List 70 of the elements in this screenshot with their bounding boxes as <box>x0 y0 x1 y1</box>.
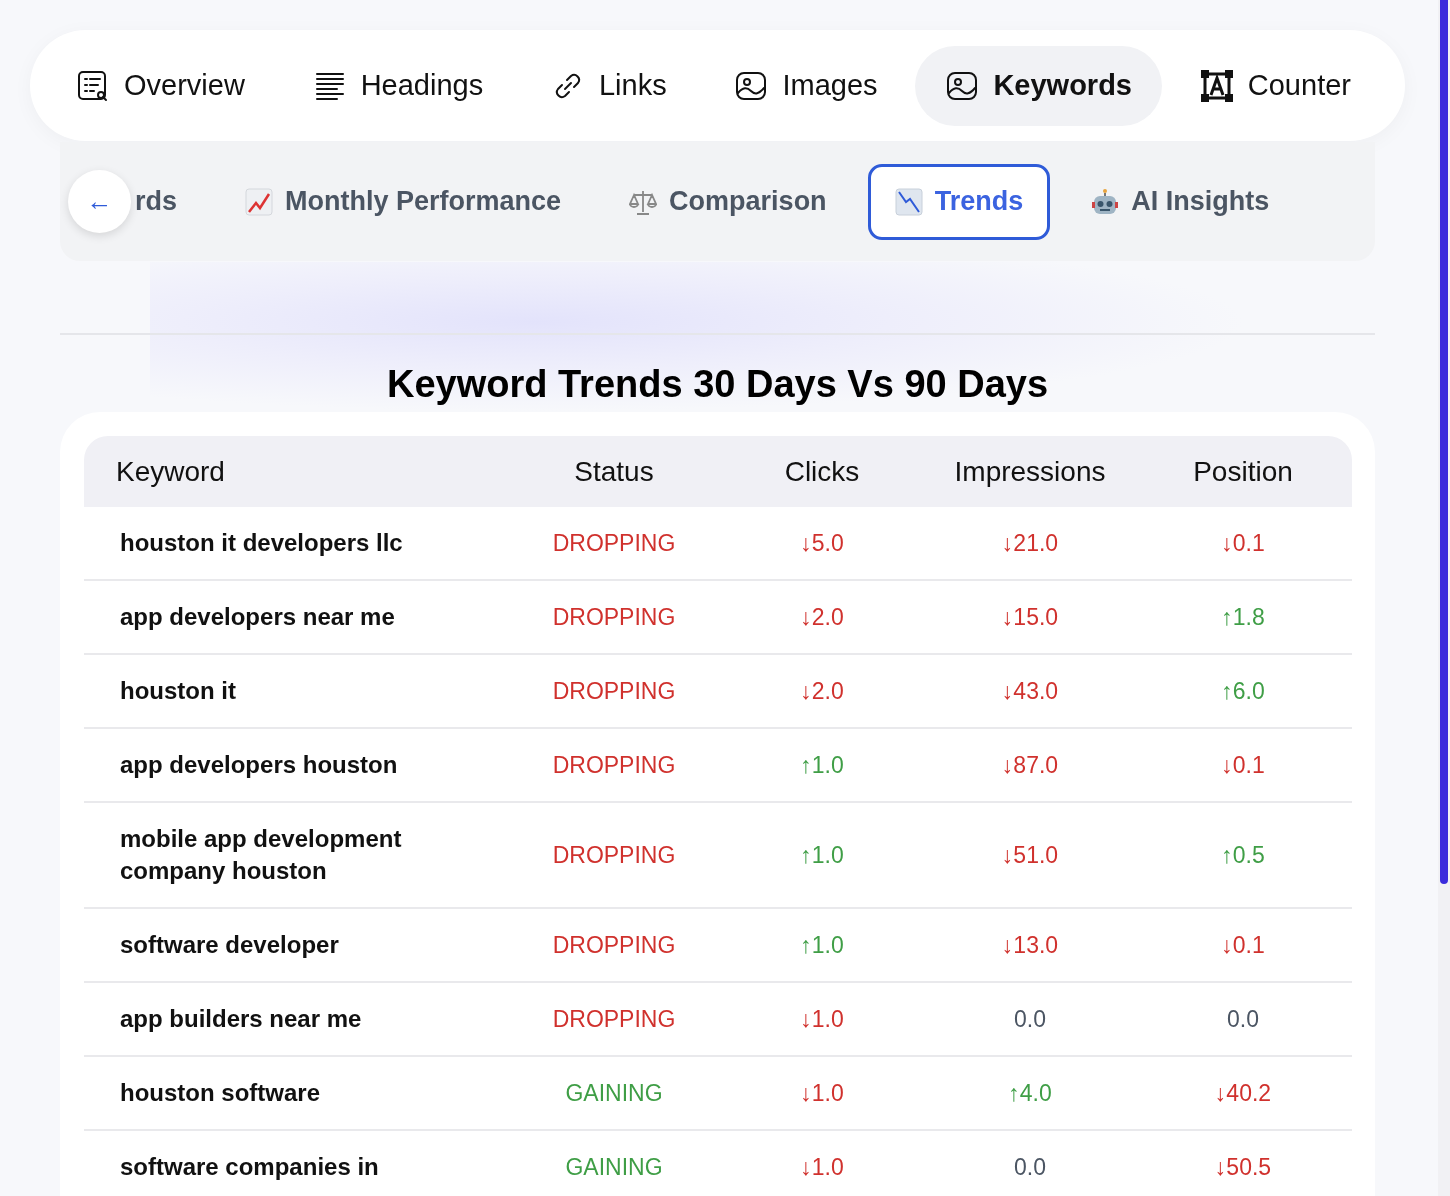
keyword-cell: app builders near me <box>84 982 510 1056</box>
value-cell: ↓0.1 <box>1134 908 1352 982</box>
status-cell: DROPPING <box>510 507 718 580</box>
status-cell: DROPPING <box>510 654 718 728</box>
value-cell: ↑1.0 <box>718 728 926 802</box>
nav-tab[interactable]: Overview <box>46 45 275 126</box>
chart-down-icon <box>894 187 923 216</box>
value-cell: ↓1.0 <box>718 1056 926 1130</box>
value-cell: ↓15.0 <box>926 580 1134 654</box>
nav-tab[interactable]: Counter <box>1169 45 1381 126</box>
value-cell: ↓87.0 <box>926 728 1134 802</box>
column-header: Position <box>1134 436 1352 507</box>
column-header: Impressions <box>926 436 1134 507</box>
column-header: Clicks <box>718 436 926 507</box>
value-cell: ↓43.0 <box>926 654 1134 728</box>
sub-tab[interactable]: Trends <box>867 163 1051 240</box>
value-cell: ↓51.0 <box>926 802 1134 908</box>
value-cell: 0.0 <box>926 982 1134 1056</box>
back-button[interactable]: ← <box>68 170 131 233</box>
value-cell: ↑1.8 <box>1134 580 1352 654</box>
nav-tab[interactable]: Keywords <box>915 45 1162 126</box>
status-cell: GAINING <box>510 1130 718 1196</box>
sub-tab[interactable]: rds <box>132 163 205 240</box>
value-cell: ↓50.5 <box>1134 1130 1352 1196</box>
status-cell: DROPPING <box>510 728 718 802</box>
nav-tab[interactable]: Links <box>521 45 697 126</box>
status-cell: GAINING <box>510 1056 718 1130</box>
status-cell: DROPPING <box>510 580 718 654</box>
sub-tab[interactable]: Monthly Performance <box>218 163 589 240</box>
nav-tab[interactable]: Images <box>704 45 908 126</box>
keyword-cell: houston it <box>84 654 510 728</box>
status-cell: DROPPING <box>510 908 718 982</box>
keyword-cell: app developers houston <box>84 728 510 802</box>
section-title: Keyword Trends 30 Days Vs 90 Days <box>385 363 1050 406</box>
value-cell: ↓13.0 <box>926 908 1134 982</box>
keyword-cell: software developer <box>84 908 510 982</box>
value-cell: ↓2.0 <box>718 580 926 654</box>
value-cell: ↓40.2 <box>1134 1056 1352 1130</box>
column-header: Keyword <box>84 436 510 507</box>
value-cell: 0.0 <box>926 1130 1134 1196</box>
robot-icon <box>1091 187 1120 216</box>
value-cell: ↑1.0 <box>718 908 926 982</box>
keyword-cell: app developers near me <box>84 580 510 654</box>
status-cell: DROPPING <box>510 802 718 908</box>
value-cell: ↓1.0 <box>718 982 926 1056</box>
value-cell: ↓1.0 <box>718 1130 926 1196</box>
value-cell: ↑4.0 <box>926 1056 1134 1130</box>
value-cell: 0.0 <box>1134 982 1352 1056</box>
value-cell: ↓2.0 <box>718 654 926 728</box>
value-cell: ↓21.0 <box>926 507 1134 580</box>
value-cell: ↑1.0 <box>718 802 926 908</box>
value-cell: ↓0.1 <box>1134 507 1352 580</box>
nav-tab[interactable]: Headings <box>282 45 514 126</box>
column-header: Status <box>510 436 718 507</box>
keyword-cell: houston software <box>84 1056 510 1130</box>
sub-tab[interactable]: Comparison <box>602 163 854 240</box>
value-cell: ↓0.1 <box>1134 728 1352 802</box>
value-cell: ↓5.0 <box>718 507 926 580</box>
keyword-cell: software companies in <box>84 1130 510 1196</box>
value-cell: ↑6.0 <box>1134 654 1352 728</box>
scroll-thumb[interactable] <box>1440 0 1448 884</box>
keyword-cell: mobile app development company houston <box>84 802 510 908</box>
report-icon <box>76 68 110 103</box>
keyword-cell: houston it developers llc <box>84 507 510 580</box>
chart-up-icon <box>245 187 274 216</box>
scrollbar[interactable] <box>1438 0 1450 1196</box>
sub-tab[interactable]: AI Insights <box>1064 163 1297 240</box>
value-cell: ↑0.5 <box>1134 802 1352 908</box>
status-cell: DROPPING <box>510 982 718 1056</box>
letter-frame-icon <box>1199 68 1234 103</box>
